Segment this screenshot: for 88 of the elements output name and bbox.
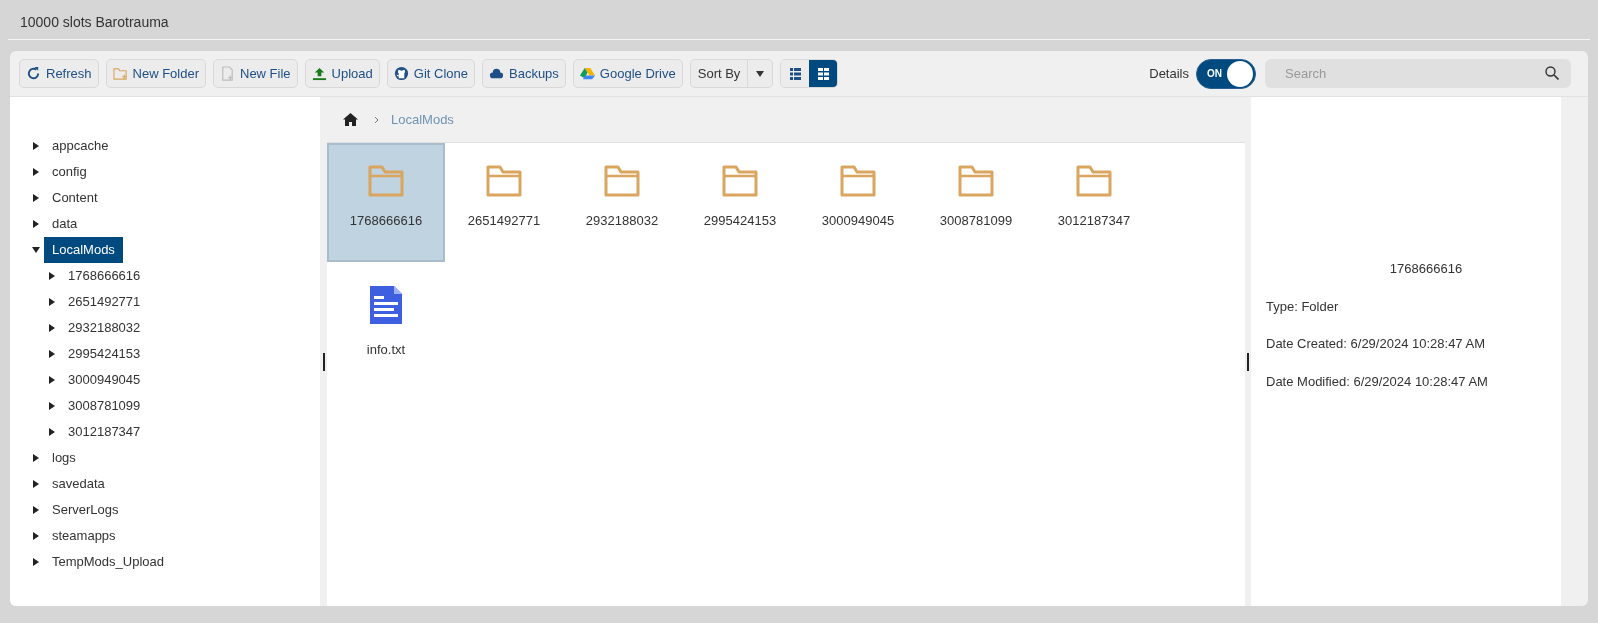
- file-tile[interactable]: info.txt: [327, 262, 445, 381]
- tree-item[interactable]: 1768666616: [60, 263, 149, 289]
- folder-icon: [604, 165, 640, 197]
- list-icon: [789, 67, 801, 80]
- cloud-icon: [489, 66, 504, 81]
- tree-item[interactable]: Content: [44, 185, 106, 211]
- file-name: 1768666616: [349, 212, 423, 230]
- folder-icon: [840, 165, 876, 197]
- details-label: Details: [1149, 64, 1189, 83]
- tree-item[interactable]: 3008781099: [60, 393, 149, 419]
- expanded-caret-icon[interactable]: [32, 246, 40, 254]
- chevron-right-icon: [374, 115, 379, 124]
- folder-tile[interactable]: 2651492771: [445, 143, 563, 262]
- toolbar-button[interactable]: Upload: [304, 59, 380, 88]
- folder-tile[interactable]: 3008781099: [917, 143, 1035, 262]
- collapsed-caret-icon[interactable]: [32, 480, 40, 488]
- collapsed-caret-icon[interactable]: [48, 298, 56, 306]
- folder-tile[interactable]: 3000949045: [799, 143, 917, 262]
- caret-icon: [756, 70, 765, 77]
- github-icon: [393, 66, 409, 81]
- toolbar-button[interactable]: New File: [213, 59, 298, 88]
- file-name: 2651492771: [467, 212, 541, 230]
- home-icon[interactable]: [343, 113, 358, 126]
- folder-icon: [486, 165, 522, 197]
- file-name: 2995424153: [703, 212, 777, 230]
- collapsed-caret-icon[interactable]: [32, 194, 40, 202]
- details-toggle[interactable]: ON: [1196, 58, 1256, 89]
- file-name: 3012187347: [1057, 212, 1131, 230]
- file-name: 3008781099: [939, 212, 1013, 230]
- collapsed-caret-icon[interactable]: [32, 220, 40, 228]
- tree-item[interactable]: steamapps: [44, 523, 124, 549]
- folder-plus-icon: [112, 66, 128, 81]
- folder-icon: [958, 165, 994, 197]
- tree-item[interactable]: logs: [44, 445, 84, 471]
- list-view-button[interactable]: [781, 60, 810, 87]
- tree-item[interactable]: TempMods_Upload: [44, 549, 172, 575]
- tree-item[interactable]: 2932188032: [60, 315, 149, 341]
- folder-tile[interactable]: 2932188032: [563, 143, 681, 262]
- collapsed-caret-icon[interactable]: [32, 168, 40, 176]
- toolbar-button[interactable]: Refresh: [19, 59, 99, 88]
- tree-item[interactable]: LocalMods: [44, 237, 123, 263]
- collapsed-caret-icon[interactable]: [32, 454, 40, 462]
- document-icon: [368, 284, 404, 326]
- file-name: 2932188032: [585, 212, 659, 230]
- refresh-icon: [26, 66, 41, 81]
- upload-icon: [311, 66, 327, 81]
- toolbar-button[interactable]: Backups: [482, 59, 566, 88]
- details-text: Date Modified: 6/29/2024 10:28:47 AM: [1266, 372, 1489, 391]
- search-icon: [1545, 66, 1559, 80]
- tree-item[interactable]: savedata: [44, 471, 113, 497]
- file-name: info.txt: [366, 341, 406, 359]
- tree-item[interactable]: data: [44, 211, 86, 237]
- grid-view-button[interactable]: [809, 60, 838, 87]
- collapsed-caret-icon[interactable]: [32, 532, 40, 540]
- drive-icon: [579, 66, 595, 81]
- collapsed-caret-icon[interactable]: [32, 142, 40, 150]
- toolbar-button[interactable]: Git Clone: [386, 59, 475, 88]
- folder-tile[interactable]: 1768666616: [327, 143, 445, 262]
- tree-item[interactable]: config: [44, 159, 95, 185]
- grid-icon: [817, 67, 829, 80]
- details-text: Date Created: 6/29/2024 10:28:47 AM: [1266, 335, 1486, 353]
- collapsed-caret-icon[interactable]: [32, 506, 40, 514]
- collapsed-caret-icon[interactable]: [32, 558, 40, 566]
- folder-icon: [722, 165, 758, 197]
- tree-item[interactable]: 2995424153: [60, 341, 149, 367]
- details-text: Type: Folder: [1266, 297, 1340, 316]
- folder-tile[interactable]: 3012187347: [1035, 143, 1153, 262]
- tree-item[interactable]: appcache: [44, 133, 117, 159]
- search-field[interactable]: Search: [1265, 59, 1571, 88]
- folder-icon: [1076, 165, 1112, 197]
- details-title: 1768666616: [1389, 260, 1463, 278]
- tree-item[interactable]: 3012187347: [60, 419, 149, 445]
- collapsed-caret-icon[interactable]: [48, 324, 56, 332]
- collapsed-caret-icon[interactable]: [48, 272, 56, 280]
- file-name: 3000949045: [821, 212, 895, 230]
- folder-tile[interactable]: 2995424153: [681, 143, 799, 262]
- file-plus-icon: [220, 66, 235, 81]
- collapsed-caret-icon[interactable]: [48, 402, 56, 410]
- tree-item[interactable]: ServerLogs: [44, 497, 127, 523]
- tree-item[interactable]: 3000949045: [60, 367, 149, 393]
- tree-item[interactable]: 2651492771: [60, 289, 149, 315]
- collapsed-caret-icon[interactable]: [48, 376, 56, 384]
- collapsed-caret-icon[interactable]: [48, 428, 56, 436]
- collapsed-caret-icon[interactable]: [48, 350, 56, 358]
- folder-icon: [368, 165, 404, 197]
- toolbar-button[interactable]: New Folder: [105, 59, 206, 88]
- toolbar-button[interactable]: Google Drive: [572, 59, 683, 88]
- page-title: 10000 slots Barotrauma: [20, 13, 169, 32]
